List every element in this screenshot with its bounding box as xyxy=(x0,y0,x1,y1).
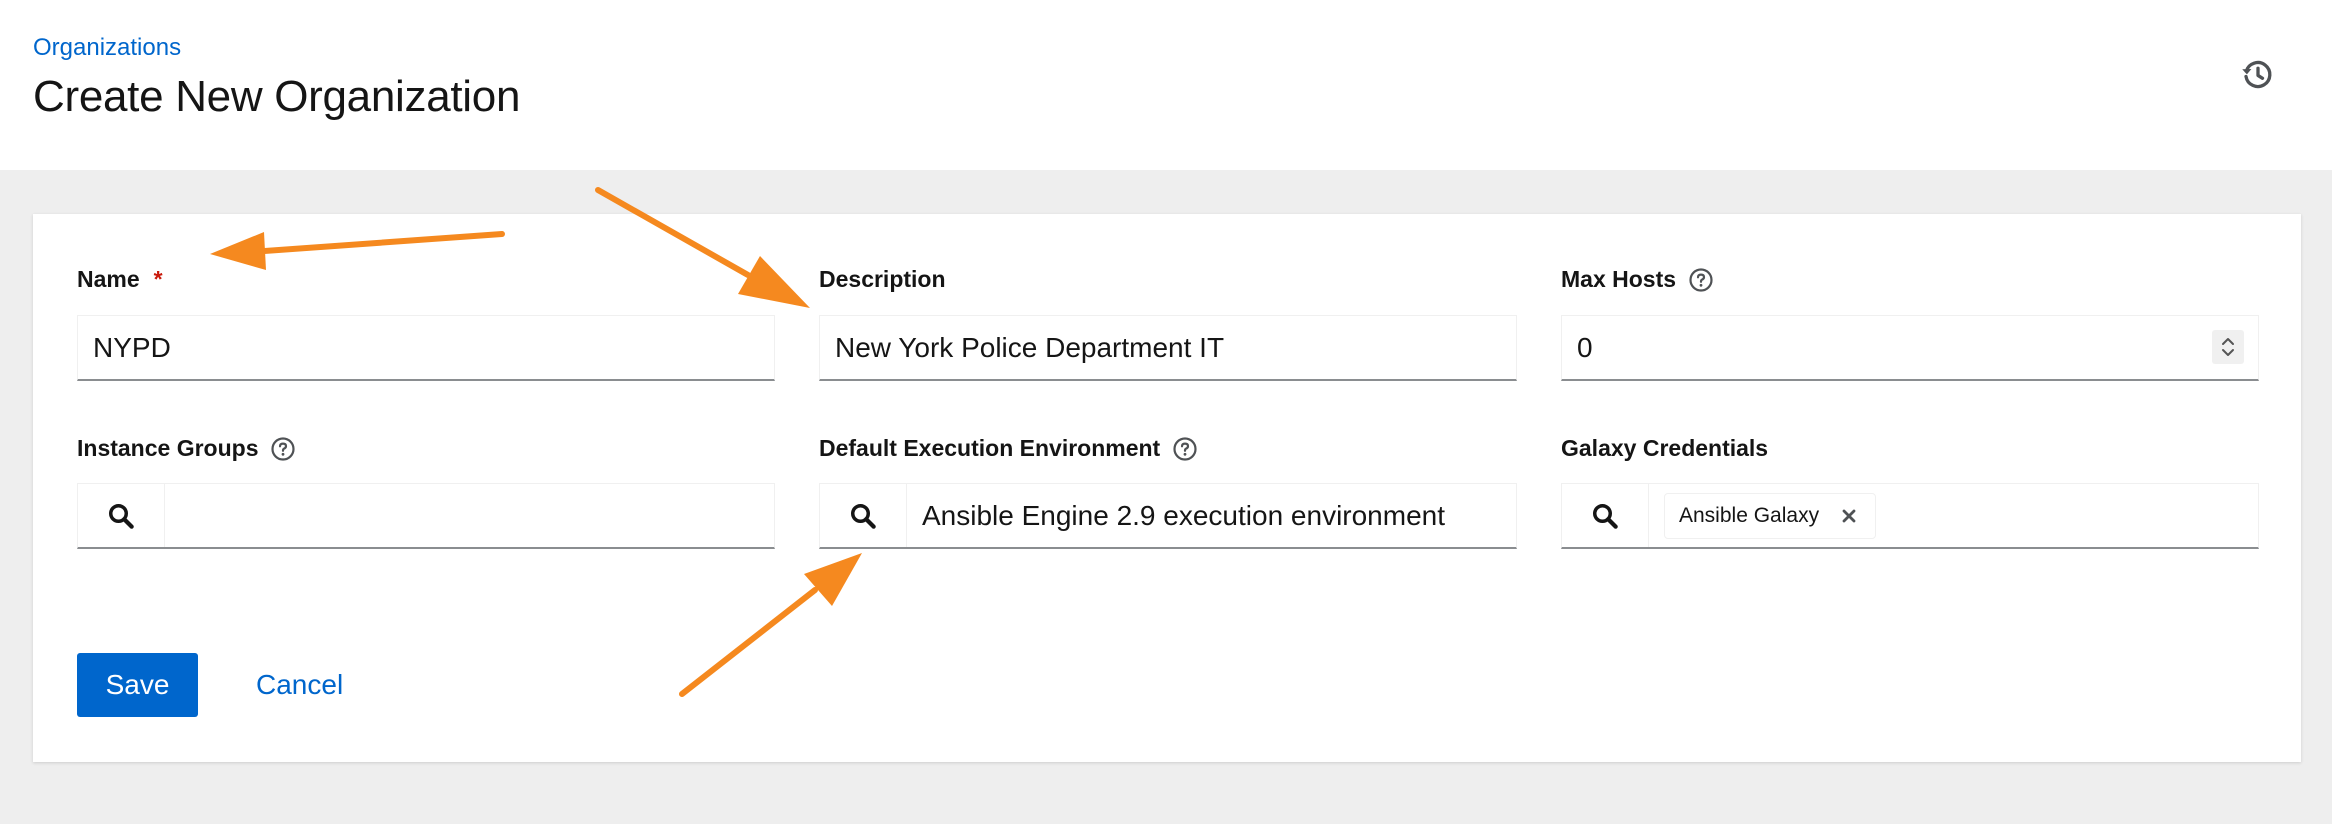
page-header: Organizations Create New Organization xyxy=(0,0,2332,170)
credential-chip: Ansible Galaxy xyxy=(1664,492,1877,539)
default-ee-lookup: Ansible Engine 2.9 execution environment xyxy=(819,483,1517,549)
close-icon xyxy=(1842,509,1856,522)
default-ee-label: Default Execution Environment xyxy=(819,435,1198,462)
help-circle-icon[interactable] xyxy=(1688,267,1714,293)
help-circle-icon[interactable] xyxy=(1172,436,1198,462)
max-hosts-input[interactable]: 0 xyxy=(1561,315,2259,381)
instance-groups-label: Instance Groups xyxy=(77,435,296,462)
history-icon xyxy=(2242,60,2272,89)
description-input[interactable]: New York Police Department IT xyxy=(819,315,1517,381)
search-icon xyxy=(851,503,876,529)
max-hosts-label: Max Hosts xyxy=(1561,266,1714,293)
instance-groups-value[interactable] xyxy=(165,484,774,547)
galaxy-credentials-label-text: Galaxy Credentials xyxy=(1561,435,1769,461)
spinner-arrows-icon xyxy=(2222,338,2234,356)
instance-groups-search-button[interactable] xyxy=(78,484,165,547)
breadcrumb-organizations[interactable]: Organizations xyxy=(33,34,181,62)
galaxy-credentials-lookup: Ansible Galaxy xyxy=(1561,483,2259,549)
default-ee-value[interactable]: Ansible Engine 2.9 execution environment xyxy=(907,484,1516,547)
description-input-value: New York Police Department IT xyxy=(835,331,1225,363)
history-button[interactable] xyxy=(2240,57,2276,93)
remove-chip-button[interactable] xyxy=(1841,508,1857,524)
page-title: Create New Organization xyxy=(33,72,521,121)
description-label-text: Description xyxy=(819,266,946,292)
name-input-value: NYPD xyxy=(93,331,171,363)
name-input[interactable]: NYPD xyxy=(77,315,775,381)
default-ee-label-text: Default Execution Environment xyxy=(819,435,1161,461)
name-label-text: Name xyxy=(77,266,140,292)
galaxy-credentials-label: Galaxy Credentials xyxy=(1561,435,1768,462)
galaxy-credentials-search-button[interactable] xyxy=(1562,484,1649,547)
search-icon xyxy=(1593,503,1618,529)
save-button[interactable]: Save xyxy=(77,653,198,717)
default-ee-search-button[interactable] xyxy=(820,484,907,547)
instance-groups-lookup xyxy=(77,483,775,549)
instance-groups-label-text: Instance Groups xyxy=(77,435,259,461)
required-indicator: * xyxy=(153,266,163,292)
max-hosts-input-value: 0 xyxy=(1577,331,1593,363)
galaxy-credentials-chip-group: Ansible Galaxy xyxy=(1649,484,2258,547)
credential-chip-label: Ansible Galaxy xyxy=(1679,503,1820,527)
name-label: Name * xyxy=(77,266,163,293)
help-circle-icon[interactable] xyxy=(270,436,296,462)
number-spinner[interactable] xyxy=(2212,330,2244,364)
search-icon xyxy=(109,503,134,529)
cancel-button[interactable]: Cancel xyxy=(240,653,359,717)
description-label: Description xyxy=(819,266,946,293)
max-hosts-label-text: Max Hosts xyxy=(1561,266,1677,292)
